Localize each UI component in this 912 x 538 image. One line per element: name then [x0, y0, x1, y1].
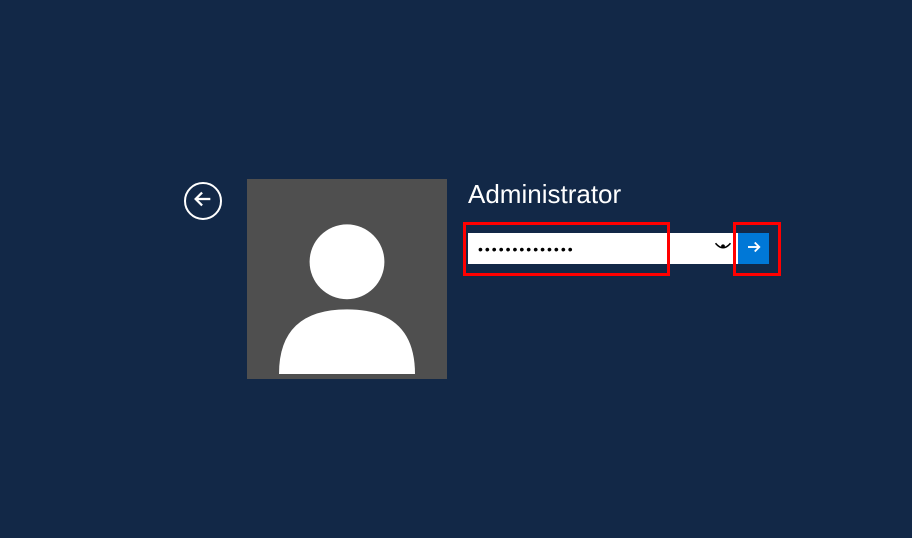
eye-icon: [714, 241, 732, 256]
user-silhouette-icon: [262, 204, 432, 379]
reveal-password-button[interactable]: [708, 233, 738, 264]
arrow-right-icon: [745, 238, 763, 259]
back-arrow-icon: [192, 188, 214, 215]
submit-button[interactable]: [738, 233, 769, 264]
password-field-wrapper: [468, 233, 738, 264]
password-input[interactable]: [468, 233, 708, 264]
password-row: [468, 233, 769, 264]
user-avatar: [247, 179, 447, 379]
back-button[interactable]: [184, 182, 222, 220]
username-label: Administrator: [468, 179, 621, 210]
